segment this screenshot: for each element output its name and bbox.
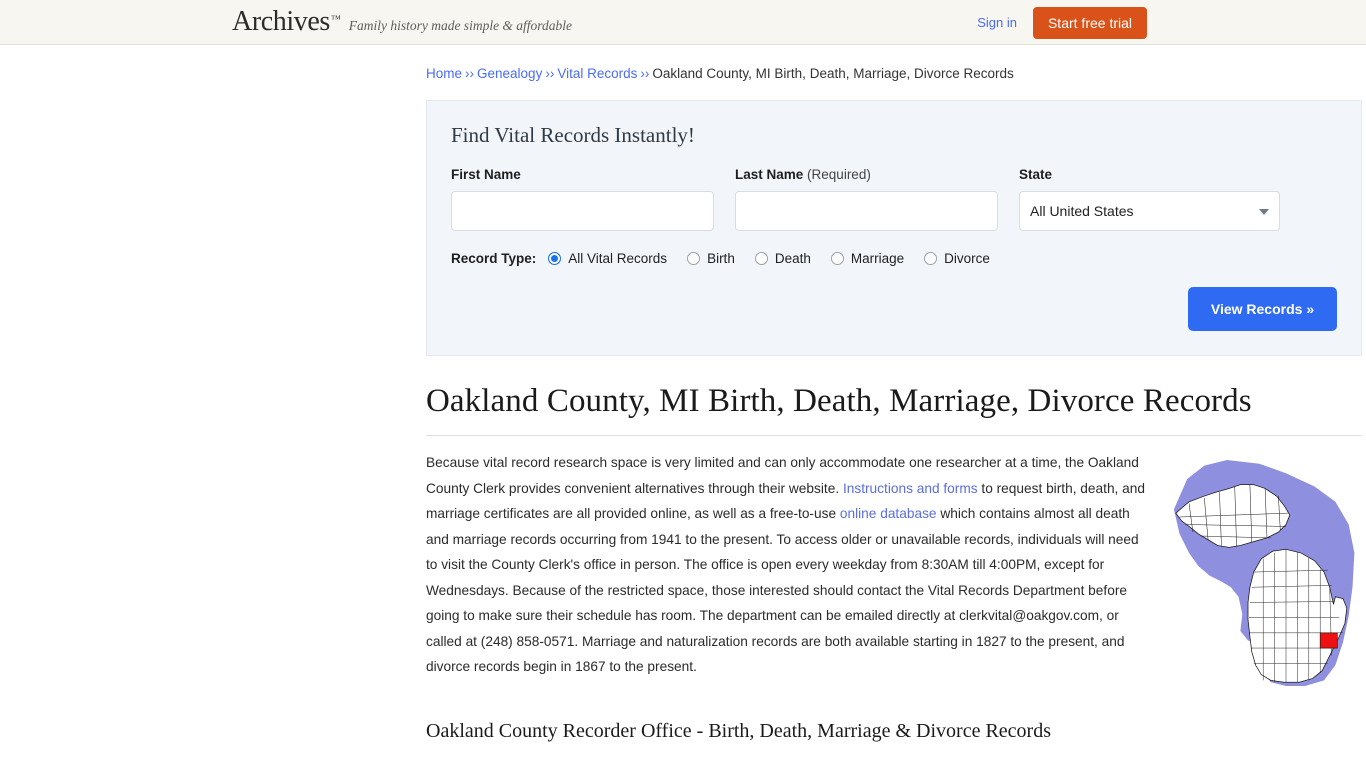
- last-name-label-text: Last Name: [735, 167, 804, 183]
- last-name-label: Last Name (Required): [735, 168, 998, 182]
- online-database-link[interactable]: online database: [840, 506, 937, 521]
- instructions-and-forms-link[interactable]: Instructions and forms: [843, 481, 978, 496]
- record-type-option-label: Death: [774, 250, 811, 266]
- radio-icon-divorce[interactable]: [924, 251, 938, 265]
- breadcrumb-separator: ››: [465, 66, 475, 81]
- article-content: Because vital record research space is v…: [426, 450, 1362, 768]
- view-records-button[interactable]: View Records »: [1188, 286, 1337, 331]
- search-panel-title: Find Vital Records Instantly!: [451, 123, 695, 147]
- last-name-field-group: Last Name (Required): [735, 168, 998, 231]
- oakland-county-highlight: [1319, 632, 1338, 649]
- first-name-field-group: First Name: [451, 168, 714, 231]
- record-type-label: Record Type:: [451, 250, 537, 266]
- site-header: Archives ™ Family history made simple & a…: [0, 0, 1366, 45]
- start-free-trial-button[interactable]: Start free trial: [1032, 6, 1147, 39]
- body-segment: which contains almost all death and marr…: [426, 506, 1139, 675]
- sign-in-link[interactable]: Sign in: [977, 15, 1017, 30]
- michigan-county-map: [1172, 454, 1362, 697]
- breadcrumb: Home ›› Genealogy ›› Vital Records ›› Oakland …: [426, 45, 1362, 83]
- state-select-wrapper: All United States: [1019, 190, 1280, 231]
- breadcrumb-item-current: Oakland County, MI Birth, Death, Marriag…: [652, 66, 1014, 81]
- search-submit-row: View Records »: [451, 286, 1337, 331]
- breadcrumb-item-genealogy[interactable]: Genealogy: [477, 66, 542, 81]
- state-field-group: State All United States: [1019, 168, 1280, 231]
- record-type-option-label: Birth: [707, 250, 735, 266]
- last-name-required-note: (Required): [807, 167, 871, 183]
- radio-icon-all-vital-records[interactable]: [548, 251, 562, 265]
- map-icon: [1173, 460, 1355, 687]
- article-body: Because vital record research space is v…: [426, 450, 1156, 680]
- record-type-option-divorce[interactable]: Divorce: [924, 251, 990, 266]
- search-field-row: First Name Last Name (Required) State Al…: [451, 168, 1337, 231]
- brand-name: Archives: [232, 6, 330, 37]
- record-type-option-label: All Vital Records: [568, 250, 668, 266]
- brand-logo[interactable]: Archives ™ Family history made simple & a…: [232, 8, 572, 36]
- brand-tagline: Family history made simple & affordable: [348, 18, 573, 33]
- title-divider: [426, 435, 1362, 437]
- page-title: Oakland County, MI Birth, Death, Marriag…: [426, 382, 1252, 419]
- record-type-option-marriage[interactable]: Marriage: [830, 250, 905, 266]
- header-actions: Sign in Start free trial: [977, 0, 1147, 45]
- record-type-row: Record Type: All Vital Records Birth Dea…: [451, 251, 1337, 266]
- record-type-option-all-vital-records[interactable]: All Vital Records: [548, 251, 667, 266]
- last-name-input[interactable]: [735, 190, 998, 231]
- breadcrumb-separator: ››: [545, 66, 555, 81]
- first-name-input[interactable]: [451, 190, 714, 231]
- record-type-option-label: Marriage: [850, 250, 905, 266]
- record-type-option-label: Divorce: [944, 250, 990, 266]
- breadcrumb-item-home[interactable]: Home: [426, 66, 462, 81]
- radio-icon-marriage[interactable]: [830, 251, 844, 265]
- radio-icon-death[interactable]: [754, 251, 768, 265]
- state-select[interactable]: All United States: [1019, 190, 1280, 231]
- radio-icon-birth[interactable]: [687, 251, 701, 265]
- record-type-option-death[interactable]: Death: [754, 250, 811, 266]
- first-name-label: First Name: [451, 167, 521, 183]
- recorder-office-section-title: Oakland County Recorder Office - Birth, …: [426, 719, 1051, 742]
- breadcrumb-separator: ››: [640, 66, 650, 81]
- state-label: State: [1019, 167, 1053, 183]
- record-type-option-birth[interactable]: Birth: [687, 251, 735, 266]
- vital-records-search-panel: Find Vital Records Instantly! First Name…: [426, 100, 1362, 356]
- breadcrumb-item-vital-records[interactable]: Vital Records: [557, 66, 637, 81]
- trademark-icon: ™: [330, 14, 341, 25]
